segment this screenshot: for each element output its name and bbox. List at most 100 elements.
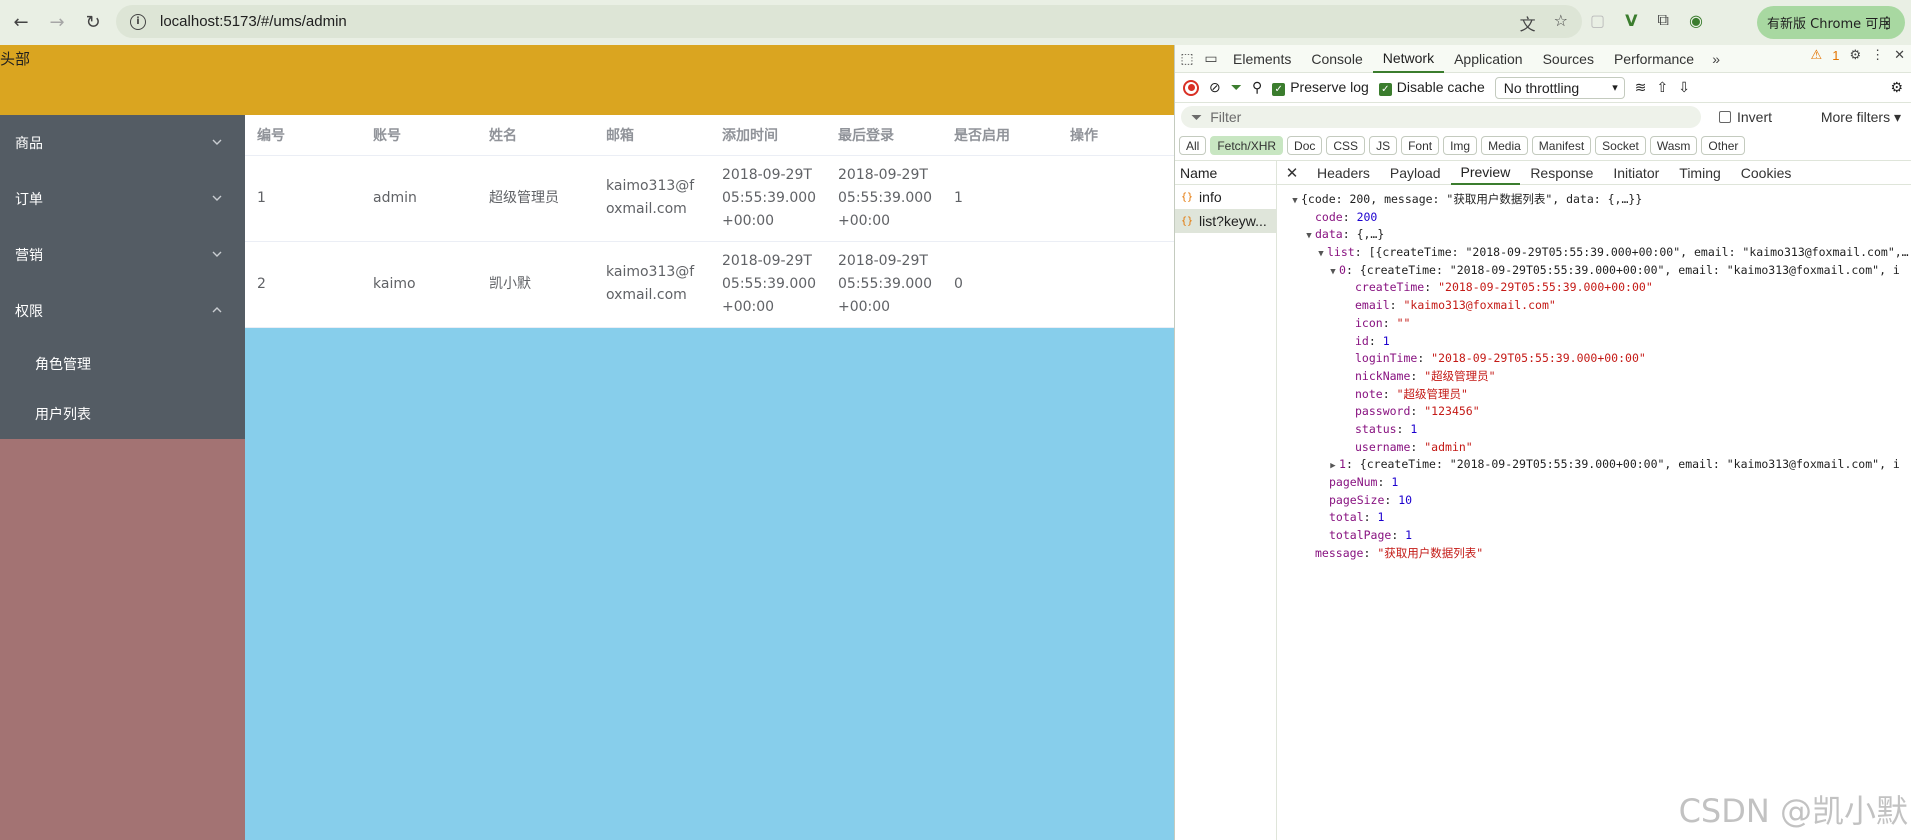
extensions-puzzle-icon[interactable]: ⧉	[1658, 10, 1669, 30]
type-chip-socket[interactable]: Socket	[1595, 136, 1646, 155]
settings-gear-icon[interactable]: ⚙	[1849, 47, 1861, 63]
filter-icon[interactable]: ⏷	[1231, 79, 1242, 96]
json-line-item1[interactable]: ▶ 1: {createTime: "2018-09-29T05:55:39.00…	[1277, 456, 1911, 474]
tab-payload[interactable]: Payload	[1380, 161, 1451, 185]
network-settings-icon[interactable]: ⚙	[1890, 79, 1903, 96]
type-chip-js[interactable]: JS	[1369, 136, 1398, 155]
kebab-menu-icon[interactable]: ⋮	[1871, 47, 1884, 63]
import-har-icon[interactable]: ⇧	[1656, 79, 1668, 96]
menu-item-marketing[interactable]: 营销	[0, 227, 245, 283]
menu-item-orders[interactable]: 订单	[0, 171, 245, 227]
more-tabs-icon[interactable]: »	[1704, 47, 1728, 71]
tab-network[interactable]: Network	[1372, 45, 1445, 73]
tab-preview[interactable]: Preview	[1450, 161, 1521, 185]
table-cell: 1	[245, 155, 361, 242]
checkbox-checked-icon: ✓	[1272, 83, 1286, 96]
throttling-select[interactable]: No throttling	[1494, 76, 1625, 99]
request-row[interactable]: {} info	[1175, 185, 1276, 209]
expand-triangle-icon[interactable]: ▼	[1303, 228, 1315, 244]
type-chip-manifest[interactable]: Manifest	[1531, 136, 1592, 155]
type-chip-css[interactable]: CSS	[1326, 136, 1366, 155]
column-header: 邮箱	[594, 115, 710, 156]
json-line: totalPage: 1	[1329, 528, 1413, 543]
table-cell: 2	[245, 241, 361, 328]
invert-checkbox[interactable]: Invert	[1719, 109, 1772, 125]
type-chip-media[interactable]: Media	[1481, 136, 1528, 155]
record-icon[interactable]	[1183, 79, 1199, 96]
export-har-icon[interactable]: ⇩	[1678, 79, 1690, 96]
menu-item-permissions[interactable]: 权限	[0, 283, 245, 339]
type-chip-all[interactable]: All	[1179, 136, 1207, 155]
tab-application[interactable]: Application	[1444, 45, 1533, 73]
type-chip-img[interactable]: Img	[1443, 136, 1478, 155]
extension-icon[interactable]: ▢	[1590, 11, 1605, 30]
json-value: [{createTime: "2018-09-29T05:55:39.000+0…	[1368, 245, 1909, 260]
column-header: 姓名	[477, 115, 594, 156]
address-bar[interactable]: i localhost:5173/#/ums/admin 文 ☆	[116, 5, 1582, 38]
expand-triangle-icon[interactable]: ▶	[1327, 458, 1339, 474]
devtools-tabbar: ⬚ ▭ Elements Console Network Application…	[1175, 45, 1911, 73]
profile-icon[interactable]: ◉	[1689, 11, 1703, 30]
menu-item-goods[interactable]: 商品	[0, 115, 245, 171]
tab-initiator[interactable]: Initiator	[1603, 161, 1669, 185]
warning-icon[interactable]: ⚠	[1811, 47, 1823, 63]
warning-count[interactable]: 1	[1832, 48, 1839, 63]
expand-triangle-icon[interactable]: ▼	[1327, 264, 1339, 280]
url-text[interactable]: localhost:5173/#/ums/admin	[160, 13, 347, 30]
tab-sources[interactable]: Sources	[1533, 45, 1604, 73]
filter-input[interactable]: ⏷ Filter	[1181, 106, 1701, 128]
submenu-item-roles[interactable]: 角色管理	[0, 339, 245, 389]
name-column-header[interactable]: Name	[1175, 161, 1276, 185]
tab-headers[interactable]: Headers	[1307, 161, 1380, 185]
type-chip-wasm[interactable]: Wasm	[1649, 136, 1698, 155]
reload-icon[interactable]: ↻	[78, 8, 108, 38]
json-value: 10	[1398, 492, 1413, 507]
chrome-update-button[interactable]: 有新版 Chrome 可用 ⋮	[1757, 6, 1905, 39]
table-cell: 2018-09-29T05:55:39.000+00:00	[710, 155, 826, 242]
json-root-line[interactable]: ▼ {code: 200, message: "获取用户数据列表", data: …	[1277, 191, 1911, 209]
invert-label: Invert	[1737, 109, 1773, 125]
device-toolbar-icon[interactable]: ▭	[1199, 47, 1223, 71]
request-row[interactable]: {} list?keyw...	[1175, 209, 1276, 233]
type-chip-other[interactable]: Other	[1701, 136, 1746, 155]
expand-triangle-icon[interactable]: ▼	[1315, 246, 1327, 262]
table-cell	[1058, 155, 1174, 242]
tab-elements[interactable]: Elements	[1223, 45, 1301, 73]
type-chip-doc[interactable]: Doc	[1287, 136, 1323, 155]
tab-performance[interactable]: Performance	[1604, 45, 1704, 73]
more-menu-icon[interactable]: ⋮	[1879, 13, 1895, 32]
tab-response[interactable]: Response	[1520, 161, 1603, 185]
bookmark-star-icon[interactable]: ☆	[1554, 11, 1568, 35]
tab-timing[interactable]: Timing	[1669, 161, 1731, 185]
search-icon[interactable]: ⚲	[1252, 79, 1262, 96]
json-line: createTime: "2018-09-29T05:55:39.000+00:…	[1355, 280, 1653, 295]
table-cell: 凯小默	[477, 241, 594, 328]
json-line-data[interactable]: ▼ data: {,…}	[1277, 226, 1911, 244]
expand-triangle-icon[interactable]: ▼	[1289, 193, 1301, 209]
network-body: Name {} info {} list?keyw... ✕ Headers P…	[1175, 161, 1911, 840]
column-header: 账号	[361, 115, 477, 156]
close-icon[interactable]: ✕	[1894, 47, 1905, 63]
vue-devtools-icon[interactable]: V	[1625, 11, 1637, 30]
json-line-list[interactable]: ▼ list: [{createTime: "2018-09-29T05:55:3…	[1277, 244, 1911, 262]
site-info-icon[interactable]: i	[130, 13, 146, 30]
type-chip-font[interactable]: Font	[1401, 136, 1440, 155]
more-filters-dropdown[interactable]: More filters ▾	[1821, 109, 1901, 126]
column-header: 操作	[1058, 115, 1174, 156]
inspect-element-icon[interactable]: ⬚	[1175, 47, 1199, 71]
json-summary: {code: 200, message: "获取用户数据列表", data: {…	[1301, 192, 1643, 206]
tab-cookies[interactable]: Cookies	[1731, 161, 1802, 185]
type-chip-fetch-xhr[interactable]: Fetch/XHR	[1210, 136, 1284, 155]
network-conditions-icon[interactable]: ≋	[1635, 79, 1647, 96]
forward-icon[interactable]: →	[42, 8, 72, 38]
disable-cache-checkbox[interactable]: ✓ Disable cache	[1378, 79, 1485, 96]
submenu-item-users[interactable]: 用户列表	[0, 389, 245, 439]
translate-icon[interactable]: 文	[1520, 11, 1536, 35]
disable-cache-label: Disable cache	[1396, 79, 1485, 95]
json-line-item0[interactable]: ▼ 0: {createTime: "2018-09-29T05:55:39.00…	[1277, 262, 1911, 280]
clear-icon[interactable]: ⊘	[1209, 79, 1221, 96]
close-detail-icon[interactable]: ✕	[1277, 164, 1307, 182]
back-icon[interactable]: ←	[6, 8, 36, 38]
tab-console[interactable]: Console	[1301, 45, 1372, 73]
preserve-log-checkbox[interactable]: ✓ Preserve log	[1272, 79, 1369, 96]
